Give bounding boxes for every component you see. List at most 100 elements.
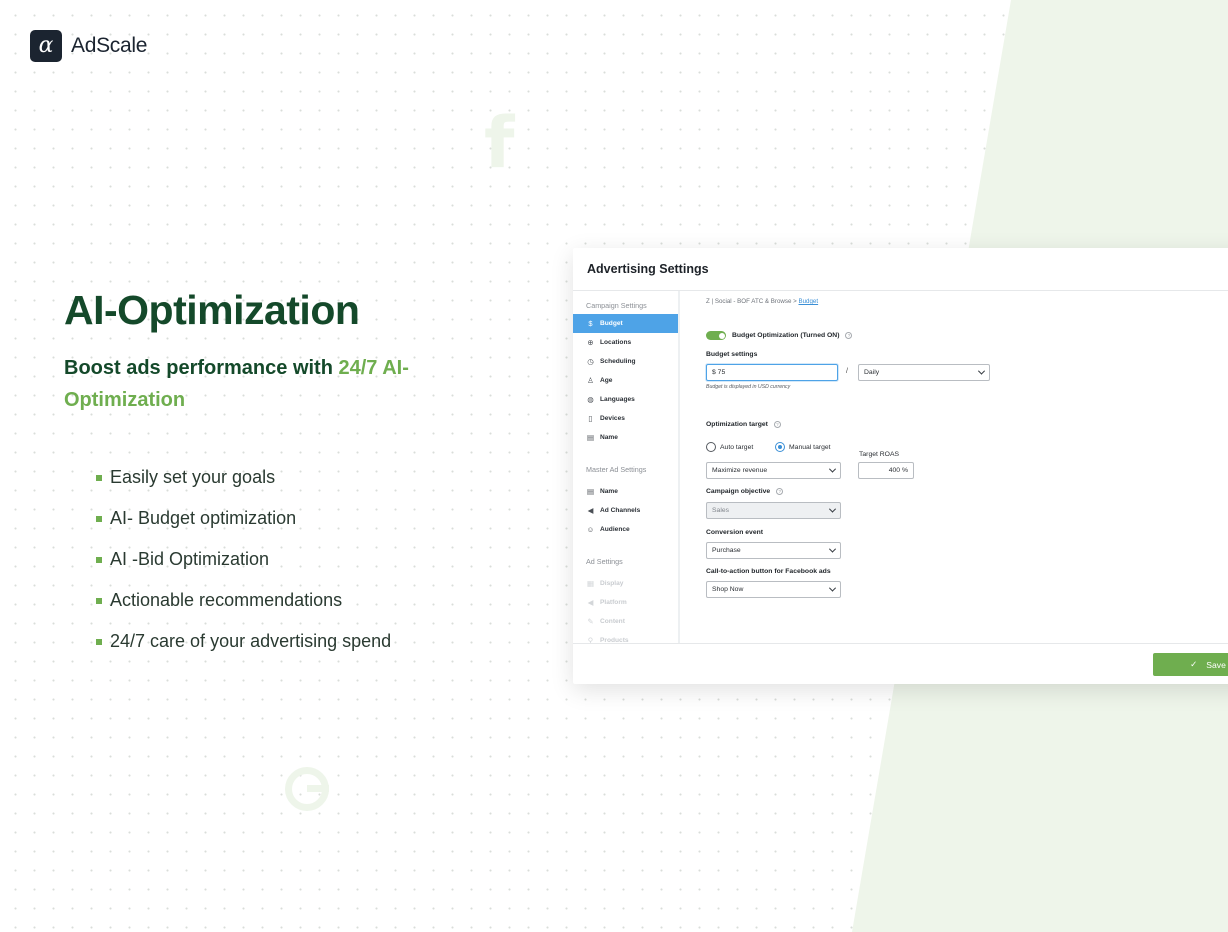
bullet-square-icon bbox=[96, 556, 102, 563]
sidebar-item-label: Name bbox=[600, 488, 618, 495]
campaign-objective-value: Sales bbox=[712, 507, 730, 514]
sidebar-item-audience[interactable]: ☺ Audience bbox=[573, 520, 678, 539]
sidebar-item-label: Content bbox=[600, 618, 625, 625]
optimization-target-label: Optimization target bbox=[706, 421, 768, 428]
megaphone-icon: ◀ bbox=[587, 506, 594, 515]
panel-title: Advertising Settings bbox=[573, 248, 1228, 291]
sidebar-item-ad-channels[interactable]: ◀ Ad Channels bbox=[573, 501, 678, 520]
conversion-event-select[interactable]: Purchase bbox=[706, 542, 841, 559]
budget-optimization-label: Budget Optimization (Turned ON) bbox=[732, 332, 840, 339]
settings-sidebar: Campaign Settings $ Budget ⊕ Locations ◷ Sc… bbox=[573, 291, 680, 645]
feature-item: Easily set your goals bbox=[96, 457, 391, 498]
display-icon: ▦ bbox=[586, 579, 595, 588]
alpha-logo-icon: α bbox=[30, 30, 62, 62]
campaign-objective-heading: Campaign objective ? bbox=[706, 488, 784, 495]
campaign-objective-label: Campaign objective bbox=[706, 488, 771, 495]
sidebar-item-label: Locations bbox=[600, 339, 632, 346]
feature-text: Actionable recommendations bbox=[110, 590, 343, 610]
content-icon: ✎ bbox=[587, 617, 594, 626]
sidebar-heading-campaign: Campaign Settings bbox=[586, 301, 647, 310]
budget-separator: / bbox=[846, 368, 848, 375]
sidebar-item-age[interactable]: ♙ Age bbox=[573, 371, 678, 390]
bullet-square-icon bbox=[96, 638, 102, 645]
sidebar-item-label: Budget bbox=[600, 320, 623, 327]
facebook-watermark-icon: f bbox=[484, 102, 515, 184]
help-icon[interactable]: ? bbox=[773, 421, 781, 428]
people-icon: ☺ bbox=[586, 525, 595, 534]
breadcrumb-current[interactable]: Budget bbox=[798, 298, 818, 305]
sidebar-item-display[interactable]: ▦ Display bbox=[573, 574, 678, 593]
radio-label: Manual target bbox=[789, 443, 831, 451]
radio-selected-icon bbox=[775, 442, 785, 452]
target-roas-label: Target ROAS bbox=[859, 451, 900, 458]
chevron-down-icon bbox=[828, 584, 837, 592]
sidebar-item-budget[interactable]: $ Budget bbox=[573, 314, 678, 333]
hero-subtitle: Boost ads performance with 24/7 AI-Optim… bbox=[64, 352, 464, 416]
sidebar-item-content[interactable]: ✎ Content bbox=[573, 612, 678, 631]
sidebar-item-campaign-name[interactable]: ▤ Name bbox=[573, 428, 678, 447]
clipboard-icon: ▤ bbox=[586, 433, 595, 442]
sidebar-item-languages[interactable]: ◍ Languages bbox=[573, 390, 678, 409]
sidebar-heading-ad-settings: Ad Settings bbox=[586, 557, 623, 566]
sidebar-item-platform[interactable]: ◀ Platform bbox=[573, 593, 678, 612]
help-icon[interactable]: ? bbox=[776, 488, 784, 495]
breadcrumb: Z | Social - BOF ATC & Browse > Budget bbox=[706, 298, 818, 305]
radio-label: Auto target bbox=[720, 443, 754, 451]
sidebar-item-scheduling[interactable]: ◷ Scheduling bbox=[573, 352, 678, 371]
optimization-strategy-select[interactable]: Maximize revenue bbox=[706, 462, 841, 479]
optimization-strategy-value: Maximize revenue bbox=[712, 467, 768, 474]
panel-footer: ✓ Save bbox=[573, 643, 1228, 684]
feature-text: Easily set your goals bbox=[110, 467, 276, 487]
sidebar-heading-master-ad: Master Ad Settings bbox=[586, 465, 647, 474]
google-watermark-icon bbox=[285, 767, 329, 811]
sidebar-item-label: Ad Channels bbox=[600, 507, 641, 514]
sidebar-item-label: Scheduling bbox=[600, 358, 636, 365]
conversion-event-label: Conversion event bbox=[706, 529, 764, 536]
sidebar-item-label: Display bbox=[600, 580, 624, 587]
chevron-down-icon bbox=[828, 545, 837, 553]
budget-period-select[interactable]: Daily bbox=[858, 364, 990, 381]
help-icon[interactable]: ? bbox=[845, 332, 853, 339]
brand-logo[interactable]: α AdScale bbox=[30, 30, 147, 62]
budget-optimization-row: Budget Optimization (Turned ON) ? bbox=[706, 331, 853, 340]
budget-amount-input[interactable]: $ 75 bbox=[706, 364, 838, 381]
chevron-down-icon bbox=[828, 465, 837, 473]
budget-currency-note: Budget is displayed in USD currency bbox=[706, 384, 791, 390]
feature-item: AI- Budget optimization bbox=[96, 498, 391, 539]
conversion-event-value: Purchase bbox=[712, 547, 741, 554]
sidebar-item-label: Name bbox=[600, 434, 618, 441]
cta-value: Shop Now bbox=[712, 586, 744, 593]
hero-title: AI-Optimization bbox=[64, 287, 360, 333]
target-roas-input[interactable]: 400 % bbox=[858, 462, 914, 479]
radio-manual-target[interactable]: Manual target bbox=[775, 442, 831, 452]
save-button[interactable]: ✓ Save bbox=[1153, 653, 1228, 676]
hero-subtitle-main: Boost ads performance with bbox=[64, 357, 339, 379]
dollar-circle-icon: $ bbox=[588, 319, 593, 328]
sidebar-item-label: Languages bbox=[600, 396, 635, 403]
sidebar-item-label: Audience bbox=[600, 526, 630, 533]
sidebar-item-locations[interactable]: ⊕ Locations bbox=[573, 333, 678, 352]
breadcrumb-path[interactable]: Z | Social - BOF ATC & Browse bbox=[706, 298, 791, 305]
feature-text: 24/7 care of your advertising spend bbox=[110, 631, 392, 651]
globe-icon: ⊕ bbox=[587, 338, 594, 347]
feature-list: Easily set your goals AI- Budget optimiz… bbox=[96, 457, 391, 662]
optimization-target-heading: Optimization target ? bbox=[706, 421, 781, 428]
chevron-down-icon bbox=[828, 505, 837, 513]
cta-select[interactable]: Shop Now bbox=[706, 581, 841, 598]
sidebar-item-master-name[interactable]: ▤ Name bbox=[573, 482, 678, 501]
save-label: Save bbox=[1206, 659, 1226, 670]
person-icon: ♙ bbox=[587, 376, 594, 385]
budget-optimization-toggle[interactable] bbox=[706, 331, 726, 340]
radio-auto-target[interactable]: Auto target bbox=[706, 442, 753, 452]
sidebar-item-label: Age bbox=[600, 377, 613, 384]
sidebar-item-label: Devices bbox=[600, 415, 625, 422]
bullet-square-icon bbox=[96, 515, 102, 522]
cta-label: Call-to-action button for Facebook ads bbox=[706, 568, 831, 575]
brand-name: AdScale bbox=[71, 34, 148, 57]
campaign-objective-select[interactable]: Sales bbox=[706, 502, 841, 519]
clock-icon: ◷ bbox=[587, 357, 594, 366]
feature-text: AI- Budget optimization bbox=[110, 508, 297, 528]
bullet-square-icon bbox=[96, 474, 102, 481]
bullet-square-icon bbox=[96, 597, 102, 604]
sidebar-item-devices[interactable]: ▯ Devices bbox=[573, 409, 678, 428]
